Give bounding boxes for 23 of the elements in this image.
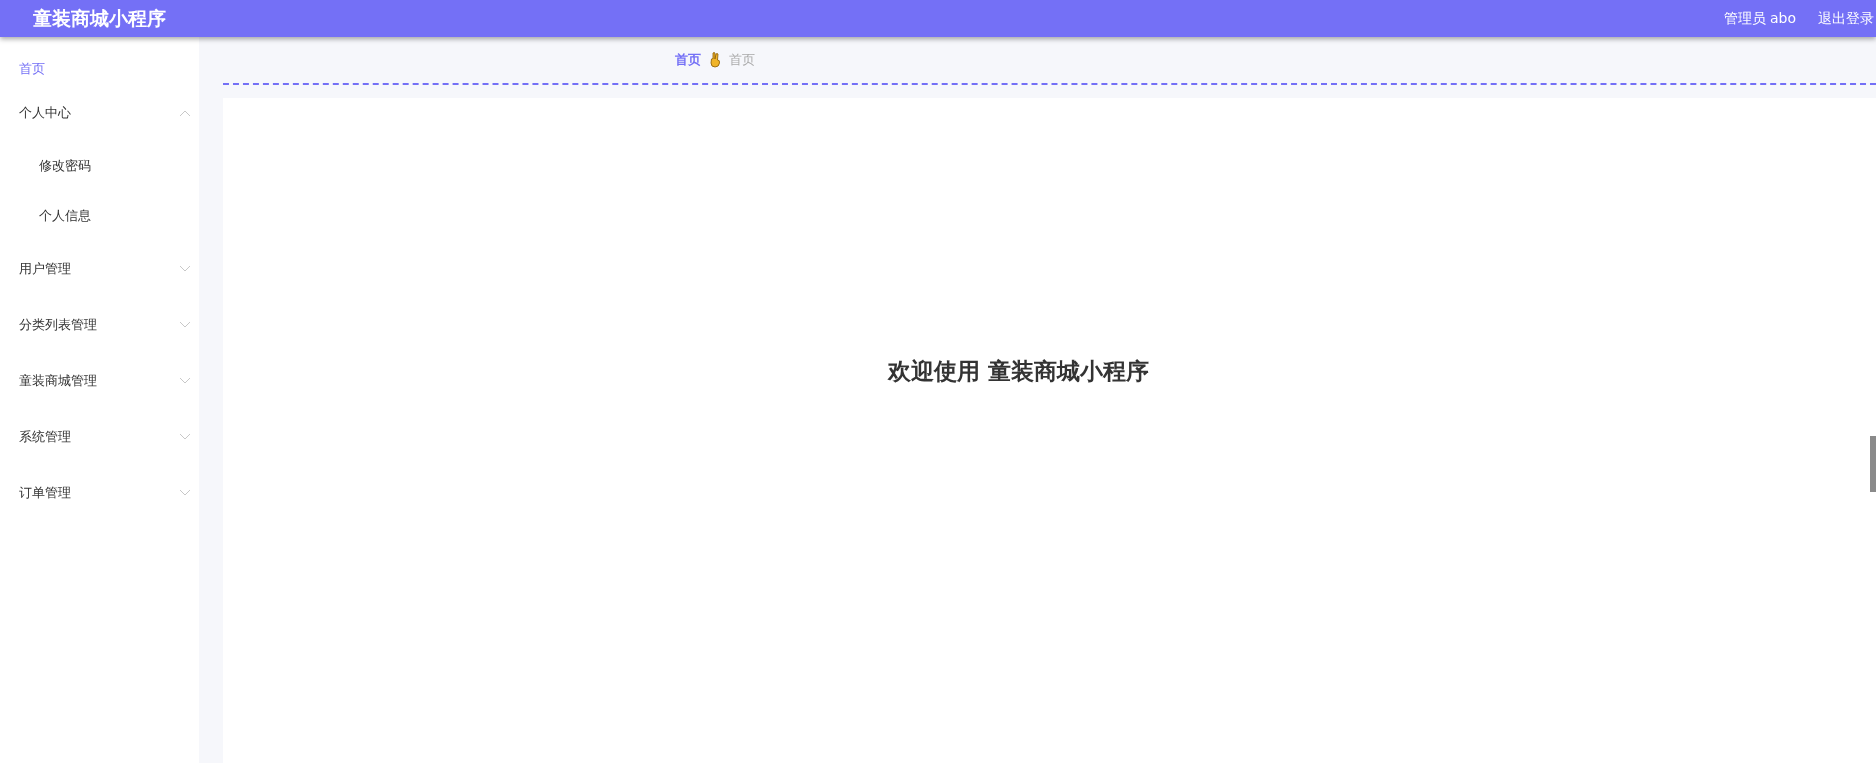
sidebar-item[interactable]: 订单管理 <box>0 465 199 521</box>
user-label: 管理员 abo <box>1723 9 1796 28</box>
logout-link[interactable]: 退出登录 <box>1818 9 1874 28</box>
breadcrumb-item[interactable]: 首页 <box>675 51 701 69</box>
sidebar-item-label: 订单管理 <box>19 484 71 502</box>
sidebar-item-label: 分类列表管理 <box>19 316 97 334</box>
welcome-heading: 欢迎使用 童装商城小程序 <box>888 357 1149 386</box>
sidebar-item[interactable]: 用户管理 <box>0 241 199 297</box>
sidebar-item-label: 系统管理 <box>19 428 71 446</box>
sidebar-item[interactable]: 系统管理 <box>0 409 199 465</box>
sidebar-subitem[interactable]: 个人信息 <box>0 191 199 241</box>
scrollbar-thumb[interactable] <box>1870 436 1876 492</box>
sidebar-item[interactable]: 首页 <box>0 53 199 85</box>
sidebar-item[interactable]: 分类列表管理 <box>0 297 199 353</box>
sidebar-item[interactable]: 个人中心 <box>0 85 199 141</box>
sidebar-item[interactable]: 童装商城管理 <box>0 353 199 409</box>
sidebar-subitem[interactable]: 修改密码 <box>0 141 199 191</box>
sidebar-item-label: 首页 <box>19 60 45 78</box>
hand-icon <box>709 52 721 68</box>
sidebar-item-label: 个人中心 <box>19 104 71 122</box>
sidebar-item-label: 用户管理 <box>19 260 71 278</box>
app-title: 童装商城小程序 <box>33 5 166 31</box>
sidebar-item-label: 童装商城管理 <box>19 372 97 390</box>
